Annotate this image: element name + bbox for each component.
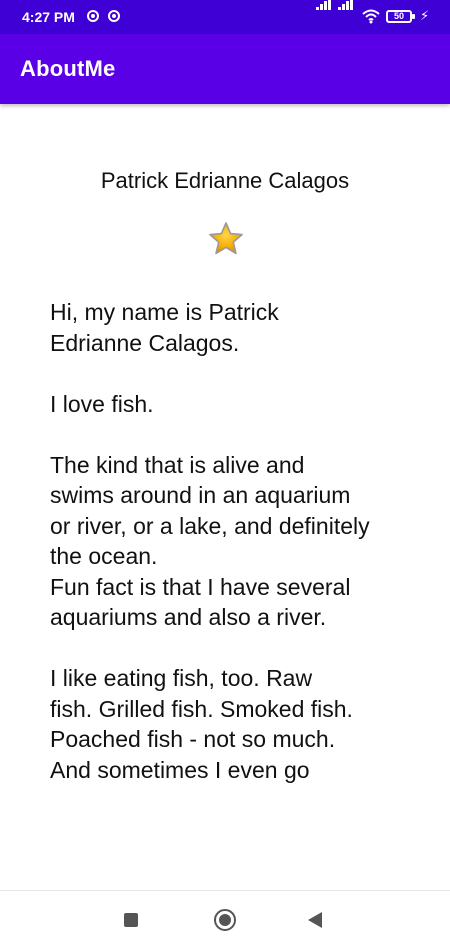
notification-icon <box>108 10 120 22</box>
bio-text: Hi, my name is Patrick Edrianne Calagos.… <box>50 299 370 783</box>
notification-icon <box>87 10 99 22</box>
home-circle-icon[interactable] <box>214 909 236 931</box>
recents-square-icon[interactable] <box>124 913 138 927</box>
back-triangle-icon[interactable] <box>308 912 322 928</box>
name-text: Patrick Edrianne Calagos <box>100 168 350 193</box>
scroll-content[interactable]: Patrick Edrianne Calagos Hi, my name is … <box>0 104 450 890</box>
navigation-bar <box>0 890 450 950</box>
status-icons: 50 ⚡ <box>316 0 436 26</box>
status-time: 4:27 PM <box>22 9 75 25</box>
star-icon <box>209 222 243 255</box>
charging-icon: ⚡ <box>420 8 430 23</box>
battery-icon: 50 <box>386 10 415 23</box>
wifi-icon <box>362 9 380 24</box>
app-title: AboutMe <box>20 56 116 81</box>
app-bar: AboutMe <box>0 34 450 104</box>
status-bar: 4:27 PM 50 ⚡ <box>0 0 450 34</box>
